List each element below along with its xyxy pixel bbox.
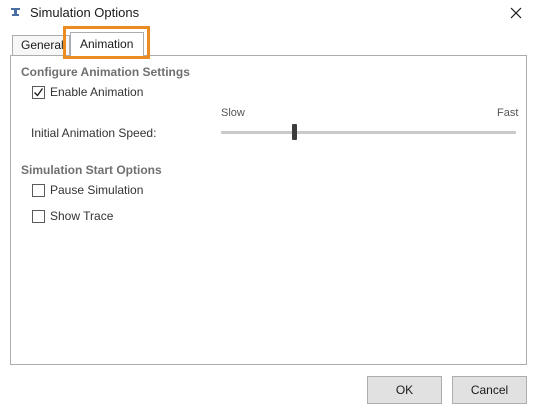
animation-speed-slider-thumb[interactable] <box>292 124 297 140</box>
checkmark-icon <box>34 87 44 97</box>
tab-general[interactable]: General <box>12 35 70 55</box>
close-icon <box>510 7 522 19</box>
tab-general-label: General <box>21 38 64 52</box>
show-trace-checkbox-box[interactable] <box>32 209 45 223</box>
tab-animation[interactable]: Animation <box>70 32 144 56</box>
app-icon <box>11 8 20 16</box>
pause-simulation-label: Pause Simulation <box>50 183 144 197</box>
enable-animation-checkbox[interactable]: Enable Animation <box>32 85 143 99</box>
ok-button[interactable]: OK <box>367 376 442 404</box>
pause-simulation-checkbox[interactable]: Pause Simulation <box>32 183 143 197</box>
close-button[interactable] <box>505 3 527 23</box>
section-heading-start-options: Simulation Start Options <box>21 163 162 177</box>
title-bar: Simulation Options <box>0 0 535 26</box>
enable-animation-label: Enable Animation <box>50 85 144 99</box>
cancel-button[interactable]: Cancel <box>452 376 527 404</box>
slider-min-label: Slow <box>221 107 245 119</box>
show-trace-checkbox[interactable]: Show Trace <box>32 209 113 223</box>
tab-animation-label: Animation <box>80 37 134 51</box>
pause-simulation-checkbox-box[interactable] <box>32 183 45 197</box>
animation-speed-slider-track[interactable] <box>221 131 516 134</box>
section-heading-animation-settings: Configure Animation Settings <box>21 65 190 79</box>
slider-max-label: Fast <box>497 107 519 119</box>
animation-speed-label: Initial Animation Speed: <box>31 126 157 140</box>
enable-animation-checkbox-box[interactable] <box>32 85 45 99</box>
simulation-options-dialog: Simulation Options General Animation Con… <box>0 0 535 412</box>
show-trace-label: Show Trace <box>50 209 114 223</box>
window-title: Simulation Options <box>30 5 140 20</box>
